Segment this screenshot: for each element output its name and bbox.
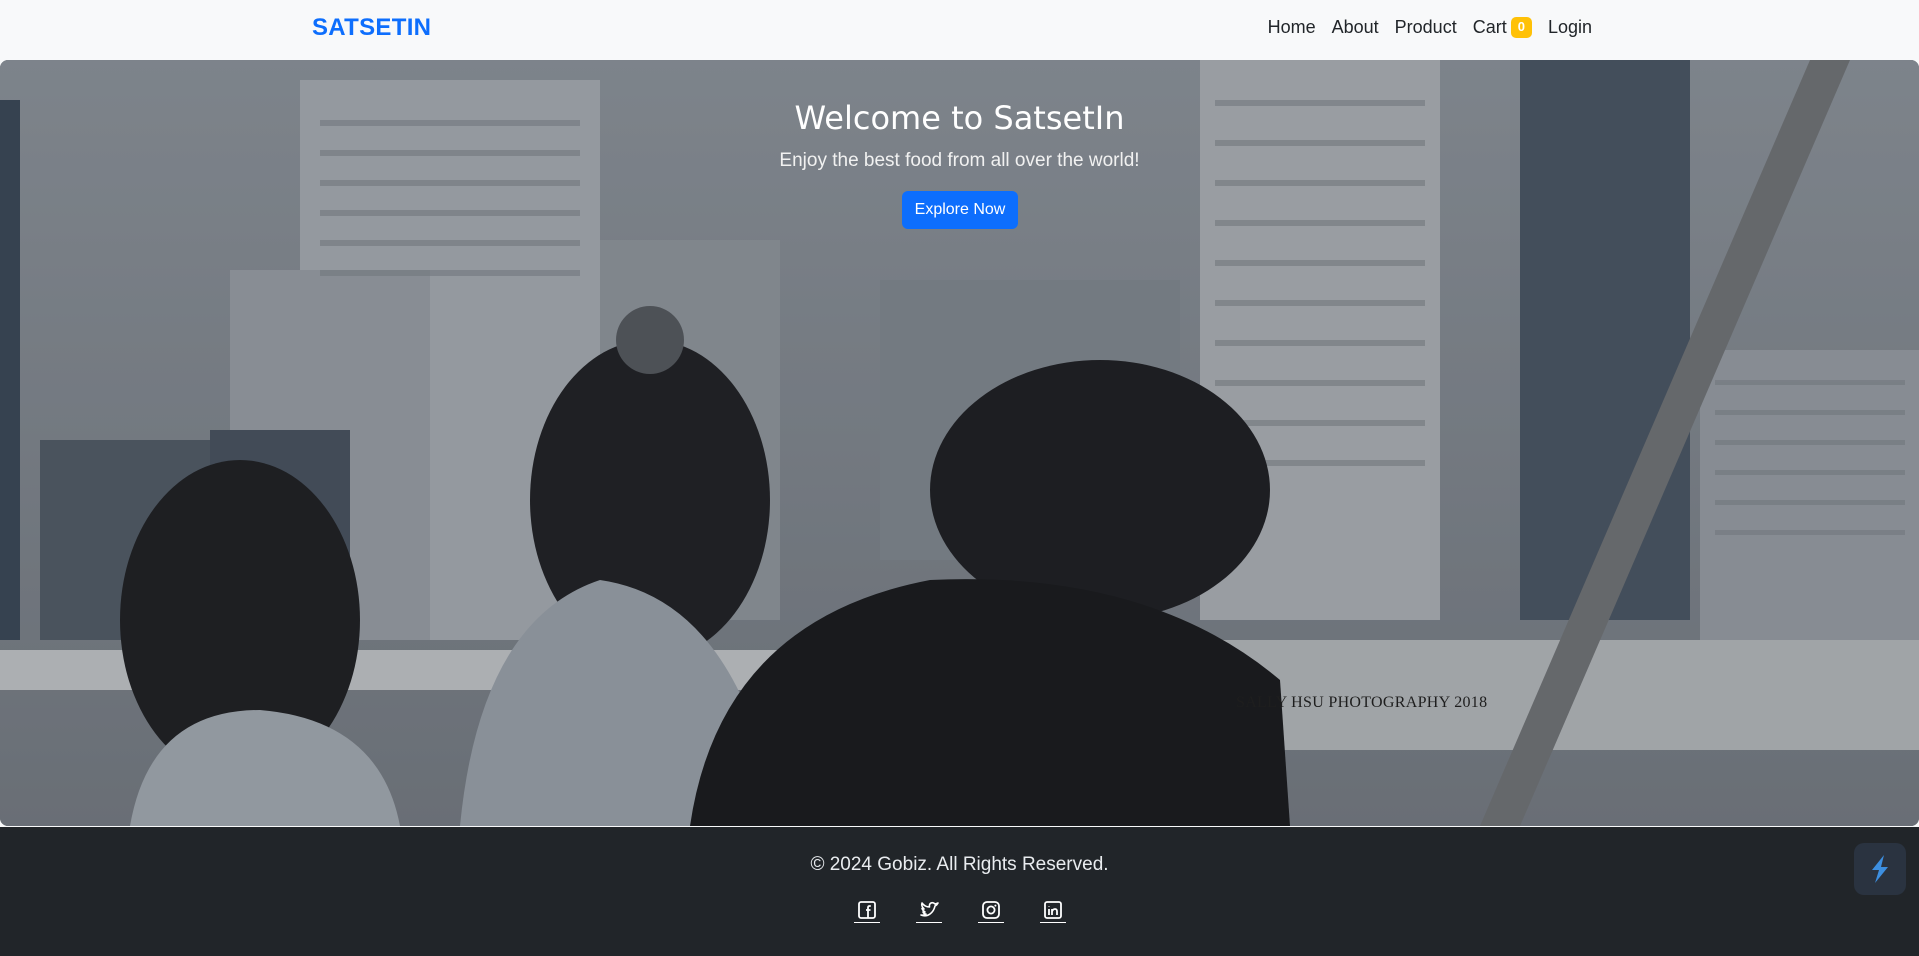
floating-widget-button[interactable]	[1854, 843, 1906, 895]
navbar: SATSETIN Home About Product Cart 0 Login	[0, 0, 1919, 60]
facebook-link[interactable]	[853, 899, 880, 923]
footer: © 2024 Gobiz. All Rights Reserved.	[0, 827, 1919, 956]
copyright-text: © 2024 Gobiz. All Rights Reserved.	[810, 854, 1109, 875]
nav-link-cart[interactable]: Cart 0	[1465, 17, 1540, 38]
nav-links: Home About Product Cart 0 Login	[1260, 17, 1600, 38]
twitter-icon	[919, 901, 939, 917]
photo-watermark: SALLY HSU PHOTOGRAPHY 2018	[1236, 694, 1488, 711]
hero-subtitle: Enjoy the best food from all over the wo…	[779, 150, 1140, 171]
linkedin-icon	[1043, 901, 1062, 919]
cart-label: Cart	[1472, 17, 1507, 37]
explore-now-button[interactable]: Explore Now	[902, 191, 1018, 229]
nav-link-login[interactable]: Login	[1540, 17, 1600, 38]
facebook-icon	[857, 901, 876, 919]
nav-link-about[interactable]: About	[1324, 17, 1387, 38]
brand-logo[interactable]: SATSETIN	[312, 14, 431, 42]
hero-title: Welcome to SatsetIn	[794, 99, 1125, 137]
instagram-icon	[981, 901, 1000, 919]
nav-link-home[interactable]: Home	[1260, 17, 1324, 38]
lightning-logo-icon	[1872, 855, 1888, 883]
social-links	[0, 899, 1919, 923]
linkedin-link[interactable]	[1039, 899, 1066, 923]
nav-link-product[interactable]: Product	[1387, 17, 1465, 38]
hero-section: Welcome to SatsetIn Enjoy the best food …	[0, 60, 1919, 826]
twitter-link[interactable]	[915, 899, 942, 923]
cart-count-badge: 0	[1510, 17, 1532, 38]
instagram-link[interactable]	[977, 899, 1004, 923]
hero-overlay	[0, 60, 1919, 826]
